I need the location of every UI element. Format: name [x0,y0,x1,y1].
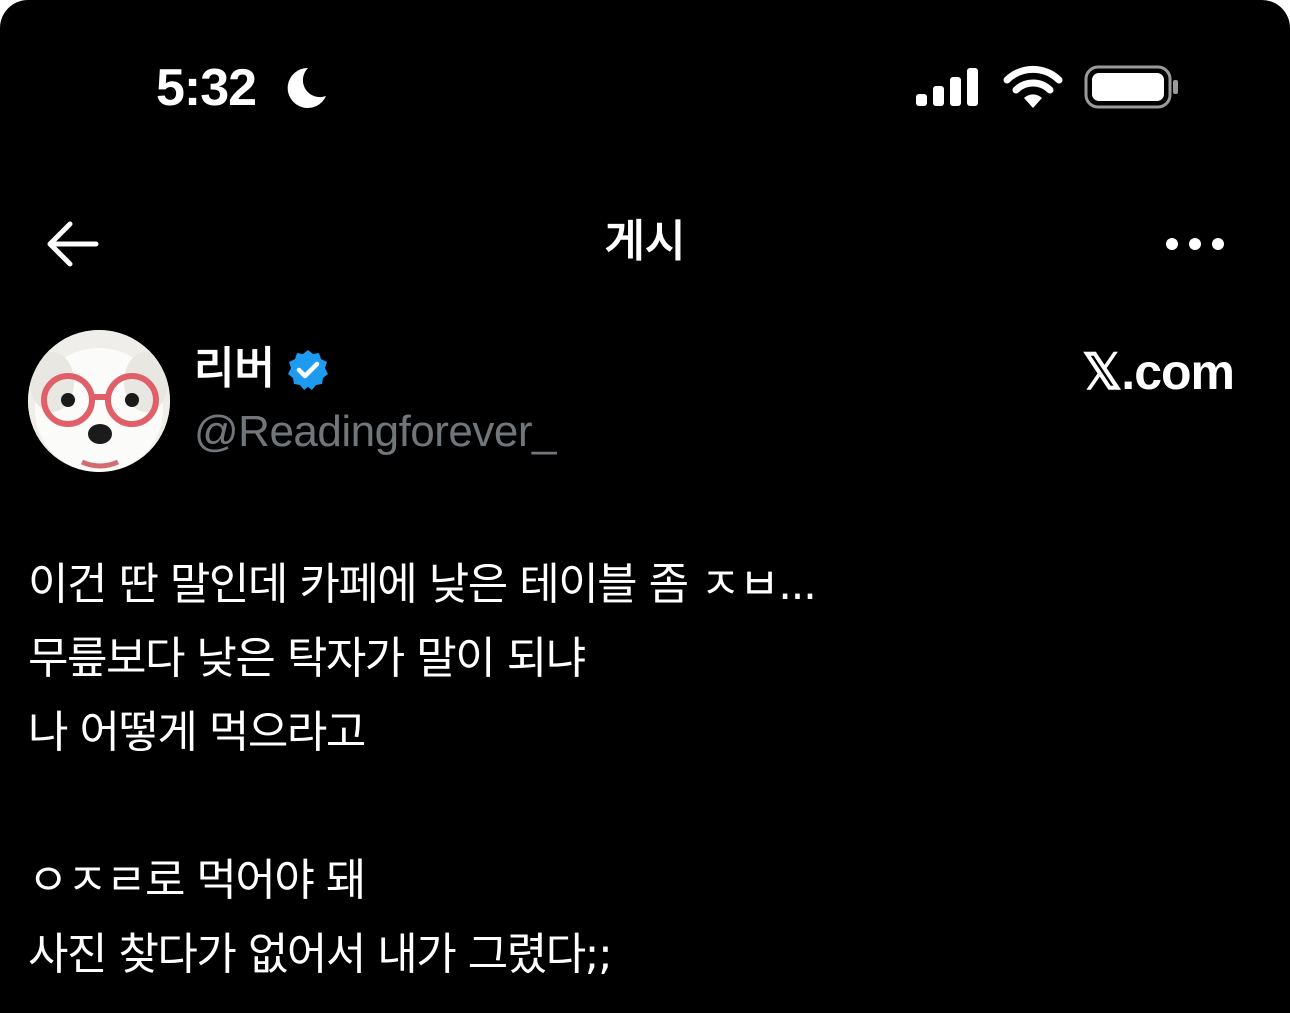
author-handle[interactable]: @Readingforever_ [194,404,556,460]
verified-badge-icon [288,350,328,390]
more-options-button[interactable] [1160,222,1230,266]
dog-with-glasses-image [28,330,170,472]
moon-icon [287,67,326,108]
cellular-signal-icon [916,68,978,106]
page-title: 게시 [604,216,686,267]
source-label: 𝕏.com [1082,344,1235,400]
status-time: 5:32 [156,59,257,117]
avatar[interactable] [28,330,170,472]
wifi-icon [1003,65,1063,108]
author-name[interactable]: 리버 [194,340,275,398]
post-text-line: ㅇㅈㄹ로 먹어야 돼 [28,855,366,906]
battery-icon [1084,65,1178,109]
post-text-line: 나 어떻게 먹으라고 [28,707,366,758]
post-screen: 5:32 게시 리버 @Readingforever_ 𝕏.com 이건 딴 말… [0,0,1290,1013]
post-text-line: 사진 찾다가 없어서 내가 그렸다;; [28,929,613,980]
post-text-line: 무릎보다 낮은 탁자가 말이 되냐 [28,633,586,684]
post-text-line: 이건 딴 말인데 카페에 낮은 테이블 좀 ㅈㅂ... [28,559,817,610]
post-text: 이건 딴 말인데 카페에 낮은 테이블 좀 ㅈㅂ... 무릎보다 낮은 탁자가 … [28,548,1258,992]
